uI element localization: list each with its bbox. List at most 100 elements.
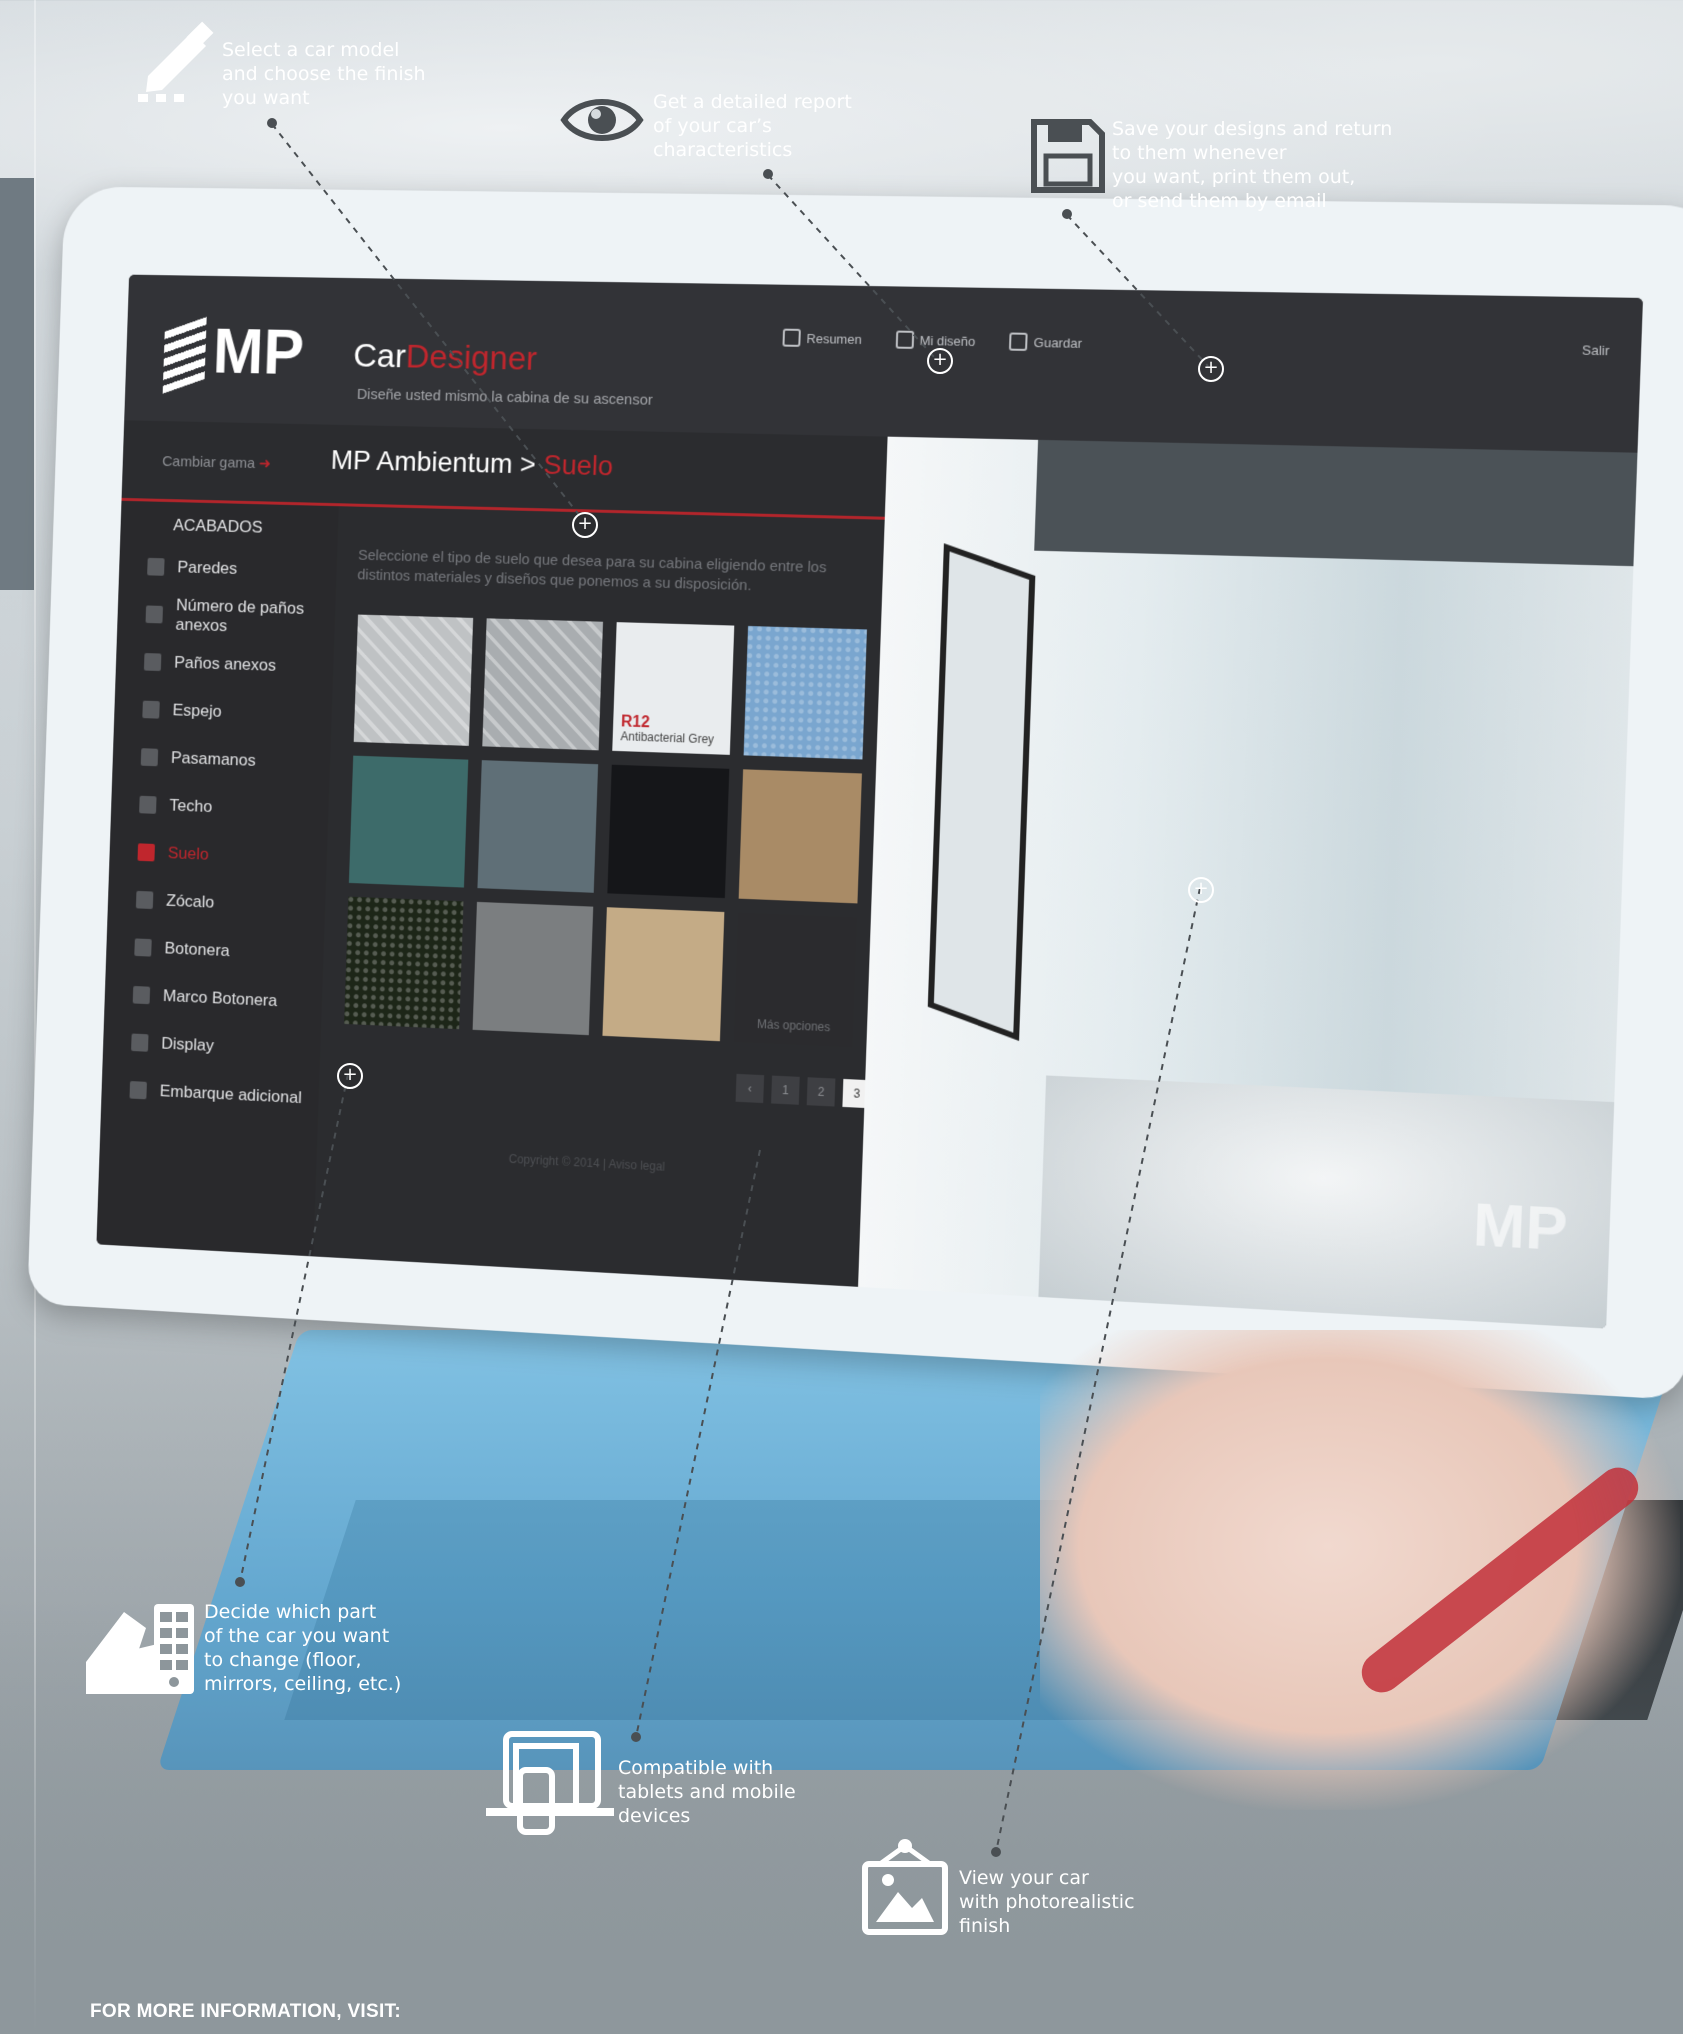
floppy-disk-icon bbox=[1031, 119, 1105, 193]
sidebar-header: ACABADOS bbox=[172, 515, 263, 537]
sidebar-item-label: Zócalo bbox=[165, 890, 215, 912]
finish-selector: Seleccione el tipo de suelo que desea pa… bbox=[313, 506, 908, 1287]
finish-swatch[interactable] bbox=[353, 614, 474, 746]
summary-icon bbox=[782, 328, 801, 347]
my-design-button[interactable]: Mi diseño bbox=[895, 330, 976, 350]
sidebar-item-label: Embarque adicional bbox=[159, 1081, 303, 1107]
callout-dot bbox=[267, 118, 277, 128]
finish-swatch[interactable] bbox=[607, 764, 730, 899]
pager-button[interactable]: ‹ bbox=[735, 1073, 765, 1104]
app-screen: MP CarDesigner Diseñe usted mismo la cab… bbox=[96, 274, 1644, 1329]
finish-swatch[interactable] bbox=[477, 760, 599, 893]
sidebar-item-icon bbox=[147, 557, 165, 576]
sidebar-item[interactable]: Espejo bbox=[114, 684, 333, 739]
save-button[interactable]: Guardar bbox=[1009, 332, 1082, 352]
callout-dot bbox=[991, 1847, 1001, 1857]
sidebar-item[interactable]: Embarque adicional bbox=[101, 1064, 320, 1122]
finish-swatch[interactable] bbox=[472, 901, 594, 1036]
devices-icon bbox=[486, 1731, 614, 1835]
sidebar-item-icon bbox=[137, 842, 155, 861]
swatch-name: Antibacterial Grey bbox=[620, 729, 715, 747]
sidebar-item-icon bbox=[142, 700, 160, 719]
finish-swatch[interactable] bbox=[348, 755, 469, 888]
finish-swatch[interactable] bbox=[482, 618, 604, 751]
hotspot-plus-icon[interactable]: + bbox=[337, 1063, 363, 1089]
sidebar-item[interactable]: Techo bbox=[111, 779, 330, 835]
save-icon bbox=[1009, 332, 1028, 351]
footer-visit-text: FOR MORE INFORMATION, VISIT: bbox=[90, 2001, 401, 2022]
sidebar-item-label: Display bbox=[161, 1033, 215, 1055]
callout-dot bbox=[1062, 209, 1072, 219]
car-preview-3d[interactable]: MP bbox=[858, 436, 1638, 1329]
copyright: Copyright © 2014 | Aviso legal bbox=[508, 1151, 666, 1174]
sidebar-item-icon bbox=[134, 937, 152, 957]
preview-mirror bbox=[927, 543, 1036, 1041]
content-description: Seleccione el tipo de suelo que desea pa… bbox=[357, 546, 827, 595]
picture-icon bbox=[862, 1839, 948, 1935]
eye-icon bbox=[560, 99, 644, 141]
callout-decide-part: Decide which part of the car you want to… bbox=[204, 1601, 402, 1695]
sidebar-item[interactable]: Paños anexos bbox=[115, 637, 334, 692]
exit-button[interactable]: Salir bbox=[1582, 342, 1610, 358]
callout-report: Get a detailed report of your car’s char… bbox=[653, 91, 852, 161]
preview-ceiling bbox=[1034, 439, 1638, 567]
hotspot-plus-icon[interactable]: + bbox=[1198, 356, 1224, 382]
callout-view-car: View your car with photorealistic finish bbox=[959, 1867, 1135, 1937]
finish-grid: R12 Antibacterial Grey Más opciones bbox=[344, 614, 867, 1048]
sidebar-item-icon bbox=[143, 652, 162, 671]
finish-swatch[interactable] bbox=[602, 907, 725, 1042]
callout-compatible: Compatible with tablets and mobile devic… bbox=[618, 1757, 796, 1827]
sidebar-item-label: Suelo bbox=[167, 843, 210, 864]
sidebar-item-label: Espejo bbox=[172, 700, 222, 721]
sidebar-item[interactable]: Pasamanos bbox=[112, 732, 331, 787]
summary-button[interactable]: Resumen bbox=[782, 328, 862, 348]
more-options-tile[interactable]: Más opciones bbox=[733, 912, 857, 1048]
mp-logo[interactable]: MP bbox=[162, 314, 305, 394]
sidebar-item-label: Paños anexos bbox=[173, 652, 277, 675]
sidebar-item-icon bbox=[132, 985, 151, 1004]
callout-dot bbox=[763, 169, 773, 179]
more-options-label: Más opciones bbox=[756, 1017, 831, 1035]
hotspot-plus-icon[interactable]: + bbox=[927, 348, 953, 374]
laptop-lid: MP CarDesigner Diseñe usted mismo la cab… bbox=[27, 186, 1683, 1401]
hotspot-plus-icon[interactable]: + bbox=[572, 512, 598, 538]
sidebar-item-icon bbox=[139, 795, 157, 814]
finish-swatch[interactable] bbox=[344, 896, 464, 1030]
sidebar-item-icon bbox=[135, 890, 154, 909]
change-range-button[interactable]: Cambiar gama ➜ bbox=[162, 452, 271, 472]
sidebar-item-icon bbox=[131, 1033, 149, 1052]
pencil-icon bbox=[138, 21, 214, 102]
sidebar-item-label: Paredes bbox=[177, 557, 238, 578]
sidebar-item[interactable]: Número de paños anexos bbox=[117, 589, 336, 643]
arrow-icon: ➜ bbox=[258, 455, 272, 473]
pager-button[interactable]: 1 bbox=[771, 1075, 800, 1105]
app-subtitle: Diseñe usted mismo la cabina de su ascen… bbox=[356, 386, 653, 409]
finish-swatch[interactable]: R12 Antibacterial Grey bbox=[612, 622, 735, 755]
preview-watermark-logo: MP bbox=[1471, 1189, 1569, 1264]
sidebar-item[interactable]: Paredes bbox=[119, 542, 338, 596]
swatch-label: R12 Antibacterial Grey bbox=[620, 713, 715, 747]
callout-save: Save your designs and return to them whe… bbox=[1112, 118, 1393, 212]
left-margin-tab bbox=[0, 178, 34, 590]
finish-swatch[interactable] bbox=[738, 769, 862, 904]
sidebar-list: Paredes Número de paños anexos Paños anexo… bbox=[101, 542, 337, 1123]
sidebar-item-label: Pasamanos bbox=[170, 747, 257, 770]
callout-dot bbox=[631, 1732, 641, 1742]
pager-button[interactable]: 2 bbox=[806, 1077, 836, 1107]
range-name: MP Ambientum > Suelo bbox=[330, 444, 614, 482]
sidebar-item-label: Botonera bbox=[164, 938, 230, 960]
swatch-icon bbox=[86, 1604, 194, 1694]
logo-stack-icon bbox=[162, 316, 207, 394]
hotspot-plus-icon[interactable]: + bbox=[1188, 877, 1214, 903]
sidebar-item-label: Techo bbox=[169, 795, 213, 816]
sidebar-item-label: Marco Botonera bbox=[162, 985, 278, 1010]
finish-swatch[interactable] bbox=[743, 625, 867, 760]
callout-dot bbox=[235, 1577, 245, 1587]
sidebar-item-icon bbox=[140, 747, 159, 766]
callout-select-model: Select a car model and choose the finish… bbox=[222, 39, 426, 109]
sidebar-item-label: Número de paños anexos bbox=[175, 595, 305, 635]
sidebar-item-icon bbox=[145, 604, 164, 623]
user-hand bbox=[1040, 1330, 1680, 1810]
sidebar-item-icon bbox=[129, 1080, 147, 1099]
edit-icon bbox=[895, 330, 914, 349]
